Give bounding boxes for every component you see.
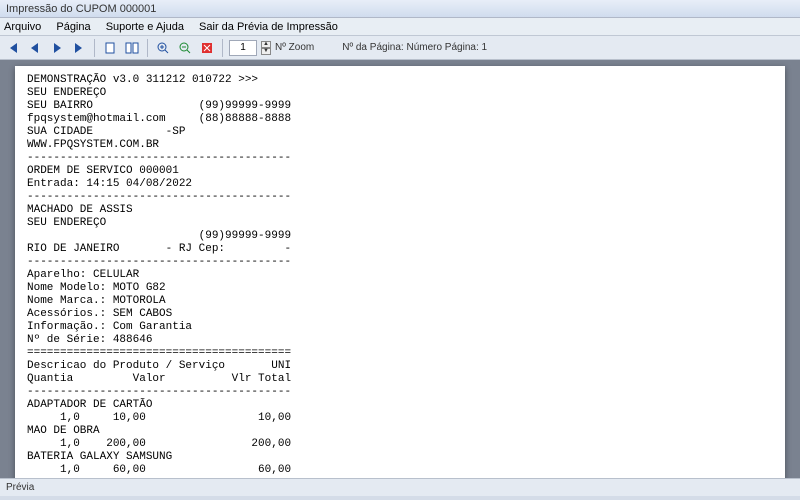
receipt-separator: ---------------------------------------- bbox=[27, 191, 291, 203]
receipt-line: SEU ENDEREÇO bbox=[27, 87, 106, 99]
receipt-line: SUA CIDADE -SP bbox=[27, 126, 185, 138]
menu-sair[interactable]: Sair da Prévia de Impressão bbox=[199, 21, 338, 33]
toolbar-separator bbox=[94, 39, 95, 57]
toolbar-separator bbox=[147, 39, 148, 57]
zoom-spinner[interactable]: ▲▼ bbox=[261, 41, 271, 55]
page-single-icon[interactable] bbox=[101, 39, 119, 57]
zoom-field: ▲▼ Nº Zoom bbox=[229, 40, 314, 56]
toolbar: ▲▼ Nº Zoom Nº da Página: Número Página: … bbox=[0, 36, 800, 60]
receipt-line: DEMONSTRAÇÃO v3.0 311212 010722 >>> bbox=[27, 74, 258, 86]
page-multi-icon[interactable] bbox=[123, 39, 141, 57]
receipt-line: MAO DE OBRA bbox=[27, 425, 100, 437]
status-text: Prévia bbox=[6, 482, 34, 493]
receipt-separator: ---------------------------------------- bbox=[27, 256, 291, 268]
receipt-line: 1,0 10,00 10,00 bbox=[27, 412, 291, 424]
receipt-line: ADAPTADOR DE CARTÃO bbox=[27, 399, 152, 411]
menu-arquivo[interactable]: Arquivo bbox=[4, 21, 41, 33]
nav-prev-button[interactable] bbox=[26, 39, 44, 57]
receipt-line: MACHADO DE ASSIS bbox=[27, 204, 133, 216]
receipt-line: WWW.FPQSYSTEM.COM.BR bbox=[27, 139, 159, 151]
receipt-line: Descricao do Produto / Serviço UNI bbox=[27, 360, 291, 372]
close-preview-button[interactable] bbox=[198, 39, 216, 57]
receipt-separator: ---------------------------------------- bbox=[27, 477, 291, 478]
receipt-line: Aparelho: CELULAR bbox=[27, 269, 139, 281]
receipt-separator: ---------------------------------------- bbox=[27, 152, 291, 164]
receipt-separator: ---------------------------------------- bbox=[27, 386, 291, 398]
menu-suporte[interactable]: Suporte e Ajuda bbox=[106, 21, 184, 33]
receipt-line: Quantia Valor Vlr Total bbox=[27, 373, 291, 385]
page-number-text: Nº da Página: Número Página: 1 bbox=[342, 42, 487, 53]
receipt-line: Nome Modelo: MOTO G82 bbox=[27, 282, 166, 294]
menu-pagina[interactable]: Página bbox=[56, 21, 90, 33]
receipt-line: Nº de Série: 488646 bbox=[27, 334, 152, 346]
receipt-line: Acessórios.: SEM CABOS bbox=[27, 308, 172, 320]
window-title: Impressão do CUPOM 000001 bbox=[6, 3, 156, 15]
nav-last-button[interactable] bbox=[70, 39, 88, 57]
receipt-line: SEU BAIRRO (99)99999-9999 bbox=[27, 100, 291, 112]
zoom-input[interactable] bbox=[229, 40, 257, 56]
menubar: Arquivo Página Suporte e Ajuda Sair da P… bbox=[0, 18, 800, 36]
receipt-line: Informação.: Com Garantia bbox=[27, 321, 192, 333]
receipt-line: (99)99999-9999 bbox=[27, 230, 291, 242]
receipt-line: fpqsystem@hotmail.com (88)88888-8888 bbox=[27, 113, 291, 125]
receipt-page: DEMONSTRAÇÃO v3.0 311212 010722 >>> SEU … bbox=[15, 66, 785, 478]
receipt-line: SEU ENDEREÇO bbox=[27, 217, 106, 229]
zoom-in-icon[interactable] bbox=[154, 39, 172, 57]
receipt-line: 1,0 200,00 200,00 bbox=[27, 438, 291, 450]
receipt-line: RIO DE JANEIRO - RJ Cep: - bbox=[27, 243, 291, 255]
receipt-line: ORDEM DE SERVICO 000001 bbox=[27, 165, 179, 177]
receipt-line: BATERIA GALAXY SAMSUNG bbox=[27, 451, 172, 463]
receipt-line: Nome Marca.: MOTOROLA bbox=[27, 295, 166, 307]
toolbar-separator bbox=[222, 39, 223, 57]
receipt-double-separator: ======================================== bbox=[27, 347, 291, 359]
window-titlebar: Impressão do CUPOM 000001 bbox=[0, 0, 800, 18]
nav-first-button[interactable] bbox=[4, 39, 22, 57]
statusbar: Prévia bbox=[0, 478, 800, 496]
zoom-label: Nº Zoom bbox=[275, 42, 314, 53]
receipt-line: Entrada: 14:15 04/08/2022 bbox=[27, 178, 192, 190]
zoom-out-icon[interactable] bbox=[176, 39, 194, 57]
page-number-label: Nº da Página: Número Página: 1 bbox=[342, 42, 487, 53]
receipt-line: 1,0 60,00 60,00 bbox=[27, 464, 291, 476]
nav-next-button[interactable] bbox=[48, 39, 66, 57]
preview-viewport[interactable]: DEMONSTRAÇÃO v3.0 311212 010722 >>> SEU … bbox=[0, 60, 800, 478]
